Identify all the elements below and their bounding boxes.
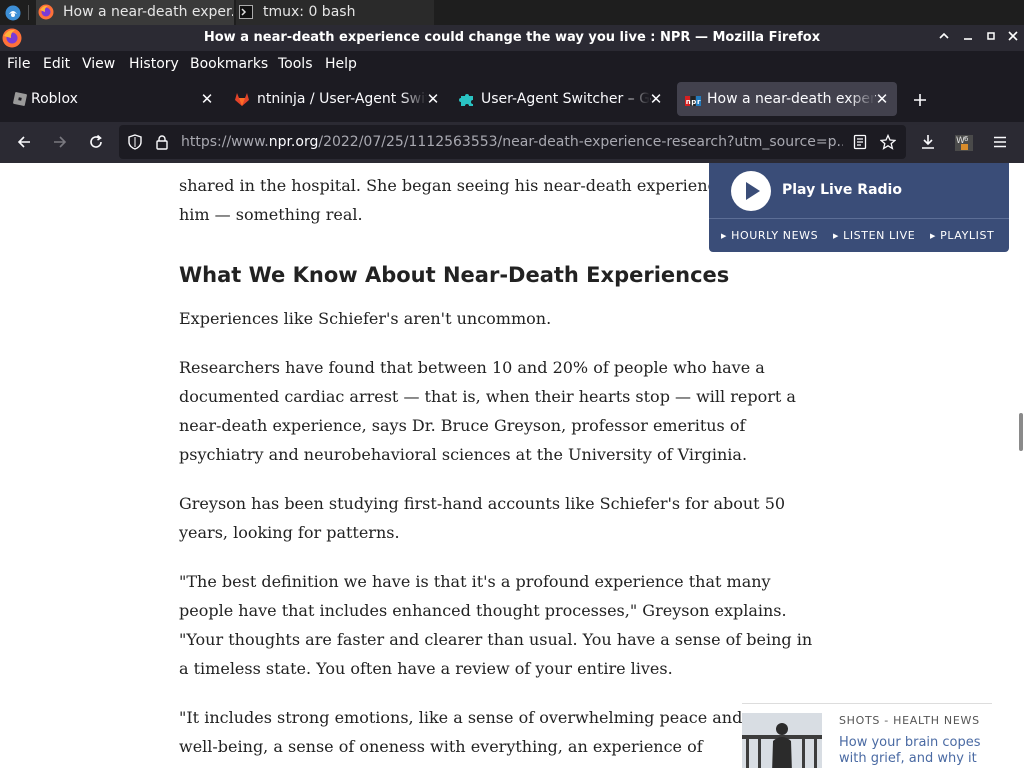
caret-right-icon: ▶ [930, 232, 936, 240]
arrow-right-icon [52, 134, 68, 154]
playlist-label: PLAYLIST [940, 229, 995, 242]
menu-bar: File Edit View History Bookmarks Tools H… [0, 51, 1024, 77]
window-titlebar[interactable]: How a near-death experience could change… [0, 25, 1024, 51]
window-title: How a near-death experience could change… [203, 30, 821, 45]
close-icon[interactable]: ✕ [425, 82, 441, 116]
npr-icon: npr [685, 94, 701, 106]
download-icon [920, 134, 936, 154]
reader-view-icon[interactable] [852, 134, 868, 154]
play-live-radio-label: Play Live Radio [782, 182, 902, 198]
menu-edit[interactable]: Edit [43, 51, 70, 77]
roblox-icon [12, 91, 28, 107]
taskbar-separator [28, 5, 29, 20]
system-taskbar: How a near-death exper... tmux: 0 bash [0, 0, 1024, 25]
related-story-image[interactable] [742, 713, 822, 768]
menu-help[interactable]: Help [325, 51, 357, 77]
live-radio-widget: Play Live Radio ▶ HOURLY NEWS ▶ LISTEN L… [709, 163, 1009, 252]
tab-strip: Roblox ✕ ntninja / User-Agent Switcher ✕… [0, 77, 1024, 122]
close-icon[interactable]: ✕ [648, 82, 664, 116]
menu-bookmarks[interactable]: Bookmarks [190, 51, 268, 77]
article-paragraph: Researchers have found that between 10 a… [179, 358, 796, 464]
maximize-icon [986, 30, 996, 45]
svg-text:p: p [691, 98, 696, 106]
bookmark-star-icon[interactable] [879, 133, 897, 154]
taskbar-item-label: How a near-death exper... [63, 4, 233, 20]
reload-icon [88, 134, 104, 154]
shield-icon[interactable] [127, 134, 143, 154]
article-paragraph: "The best definition we have is that it'… [179, 572, 813, 678]
tab-fade [401, 82, 427, 116]
chevron-up-icon [939, 30, 949, 45]
listen-live-label: LISTEN LIVE [843, 229, 916, 242]
hamburger-menu-icon [992, 134, 1008, 154]
navigation-toolbar: https://www.npr.org/2022/07/25/111256355… [0, 122, 1024, 163]
svg-text:r: r [697, 98, 701, 106]
tab-npr[interactable]: npr How a near-death experience ✕ [677, 82, 897, 116]
lock-icon[interactable] [154, 134, 170, 154]
playlist-link[interactable]: ▶ PLAYLIST [930, 219, 994, 252]
listen-live-link[interactable]: ▶ LISTEN LIVE [833, 219, 915, 252]
caret-right-icon: ▶ [721, 232, 727, 240]
plus-icon [913, 92, 927, 111]
url-prefix: https://www. [181, 134, 269, 150]
tab-gitlab[interactable]: ntninja / User-Agent Switcher ✕ [226, 82, 448, 116]
firefox-icon [38, 4, 54, 20]
tab-fade [849, 82, 875, 116]
url-path: /2022/07/25/1112563553/near-death-experi… [318, 134, 843, 150]
article-paragraph: Greyson has been studying first-hand acc… [179, 494, 786, 542]
related-story-title[interactable]: How your brain copes with grief, and why… [839, 735, 999, 767]
forward-button[interactable] [44, 126, 76, 158]
hourly-news-label: HOURLY NEWS [731, 229, 819, 242]
minimize-icon [963, 30, 973, 45]
article-paragraph: "It includes strong emotions, like a sen… [179, 708, 743, 727]
window-close-button[interactable] [1002, 25, 1024, 51]
play-icon [731, 171, 771, 211]
menu-view[interactable]: View [82, 51, 115, 77]
tab-label: Roblox [31, 91, 78, 107]
back-button[interactable] [8, 126, 40, 158]
window-minimize-button[interactable] [957, 25, 979, 51]
play-live-radio-button[interactable]: Play Live Radio [709, 163, 1009, 218]
url-domain: npr.org [268, 134, 319, 150]
gitlab-fox-icon [234, 91, 250, 107]
app-menu-button[interactable] [984, 126, 1016, 158]
article-paragraph: well-being, a sense of oneness with ever… [179, 737, 703, 756]
svg-text:6: 6 [964, 135, 969, 143]
window-shade-button[interactable] [933, 25, 955, 51]
user-agent-switcher-button[interactable]: W6 [948, 126, 980, 158]
caret-right-icon: ▶ [833, 232, 839, 240]
section-heading: What We Know About Near-Death Experience… [179, 263, 730, 287]
svg-text:n: n [686, 98, 691, 106]
article-paragraph: Experiences like Schiefer's aren't uncom… [179, 309, 552, 328]
tab-roblox[interactable]: Roblox ✕ [4, 82, 222, 116]
divider [742, 703, 992, 704]
hourly-news-link[interactable]: ▶ HOURLY NEWS [721, 219, 818, 252]
new-tab-button[interactable] [905, 83, 935, 115]
close-icon[interactable]: ✕ [874, 82, 890, 116]
tab-addon[interactable]: User-Agent Switcher – Get ✕ [452, 82, 670, 116]
page-scrollbar[interactable] [1019, 413, 1023, 451]
close-icon[interactable]: ✕ [199, 82, 215, 116]
downloads-button[interactable] [912, 126, 944, 158]
page-content: shared in the hospital. She began seeing… [0, 163, 1024, 768]
arrow-left-icon [16, 134, 32, 154]
taskbar-item-firefox[interactable]: How a near-death exper... [36, 0, 234, 25]
terminal-icon [239, 5, 253, 19]
article-paragraph: shared in the hospital. She began seeing… [179, 176, 719, 195]
window-maximize-button[interactable] [980, 25, 1002, 51]
related-story-kicker[interactable]: SHOTS - HEALTH NEWS [839, 714, 980, 727]
user-agent-extension-icon: W6 [954, 132, 974, 156]
taskbar-item-terminal[interactable]: tmux: 0 bash [236, 0, 434, 25]
taskbar-item-label: tmux: 0 bash [263, 4, 356, 20]
close-icon [1008, 30, 1018, 45]
addon-puzzle-icon [459, 91, 475, 107]
reload-button[interactable] [80, 126, 112, 158]
url-bar[interactable]: https://www.npr.org/2022/07/25/111256355… [119, 125, 906, 159]
system-menu-icon[interactable] [5, 5, 21, 21]
menu-history[interactable]: History [129, 51, 179, 77]
tab-fade [624, 82, 650, 116]
url-text[interactable]: https://www.npr.org/2022/07/25/111256355… [181, 125, 843, 159]
menu-tools[interactable]: Tools [278, 51, 313, 77]
menu-file[interactable]: File [7, 51, 30, 77]
